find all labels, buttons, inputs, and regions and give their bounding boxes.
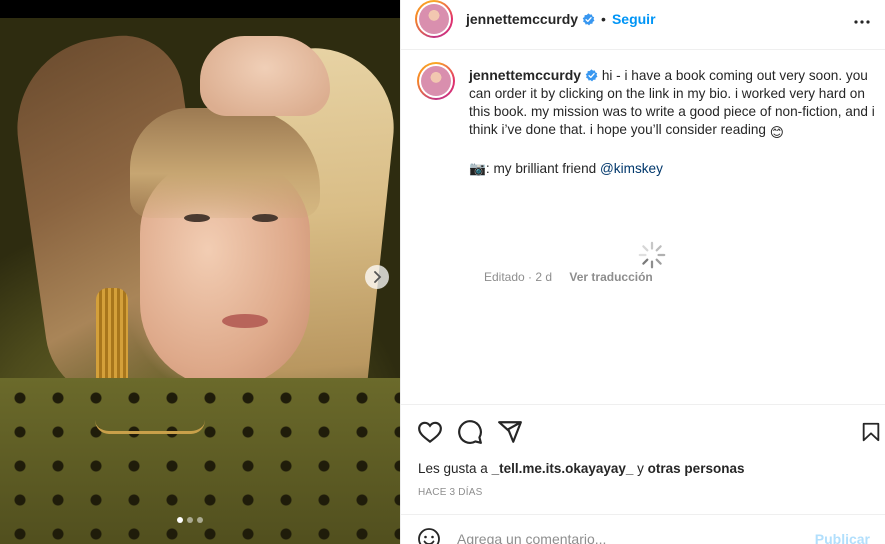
heart-icon[interactable]	[417, 419, 443, 445]
see-translation-link[interactable]: Ver traducción	[569, 270, 652, 284]
likes-joiner: y	[633, 461, 648, 476]
edited-label: Editado · 2 d	[484, 270, 553, 284]
likes-prefix: Les gusta a	[418, 461, 492, 476]
post-header: jennettemccurdy • Seguir	[401, 0, 885, 50]
post-timestamp[interactable]: HACE 3 DÍAS	[418, 487, 482, 498]
carousel-dot	[197, 517, 203, 523]
chevron-right-icon	[374, 271, 382, 283]
liked-by-others-link[interactable]: otras personas	[648, 461, 745, 476]
author-username[interactable]: jennettemccurdy	[466, 11, 578, 27]
post-photo[interactable]	[0, 18, 400, 544]
emoji-icon[interactable]	[417, 527, 441, 544]
author-avatar[interactable]	[415, 0, 453, 38]
likes-summary: Les gusta a _tell.me.its.okayayay_ y otr…	[418, 461, 744, 476]
comment-input[interactable]	[457, 527, 817, 544]
verified-badge-icon	[582, 12, 595, 25]
post-media[interactable]	[0, 0, 400, 544]
carousel-dot	[187, 517, 193, 523]
post-actions: Les gusta a _tell.me.its.okayayay_ y otr…	[401, 404, 885, 514]
caption-avatar[interactable]	[417, 62, 455, 100]
verified-badge-icon	[585, 69, 598, 82]
more-options-icon	[854, 20, 870, 24]
follow-button[interactable]: Seguir	[612, 11, 656, 27]
header-separator: •	[601, 11, 606, 27]
share-icon[interactable]	[497, 419, 523, 445]
post-sidebar: jennettemccurdy • Seguir jennettemccurdy…	[400, 0, 885, 544]
comment-icon[interactable]	[457, 419, 483, 445]
caption-username[interactable]: jennettemccurdy	[469, 67, 581, 83]
more-options-button[interactable]	[850, 10, 874, 34]
carousel-dot-active	[177, 517, 183, 523]
loading-spinner-icon	[638, 241, 666, 269]
liked-by-user-link[interactable]: _tell.me.its.okayayay_	[492, 461, 634, 476]
comment-composer: Publicar	[401, 514, 885, 544]
caption-body: jennettemccurdy hi - i have a book comin…	[469, 66, 879, 178]
credit-mention-link[interactable]: @kimskey	[600, 161, 663, 176]
bookmark-icon[interactable]	[860, 419, 882, 445]
publish-button[interactable]: Publicar	[815, 531, 870, 544]
smiling-face-emoji: 😊	[769, 125, 784, 140]
caption-meta: Editado · 2 d Ver traducción	[484, 270, 653, 284]
carousel-next-button[interactable]	[365, 265, 389, 289]
media-letterbox	[0, 0, 400, 18]
carousel-indicator	[177, 517, 203, 523]
photo-credit: 📷: my brilliant friend	[469, 161, 600, 176]
